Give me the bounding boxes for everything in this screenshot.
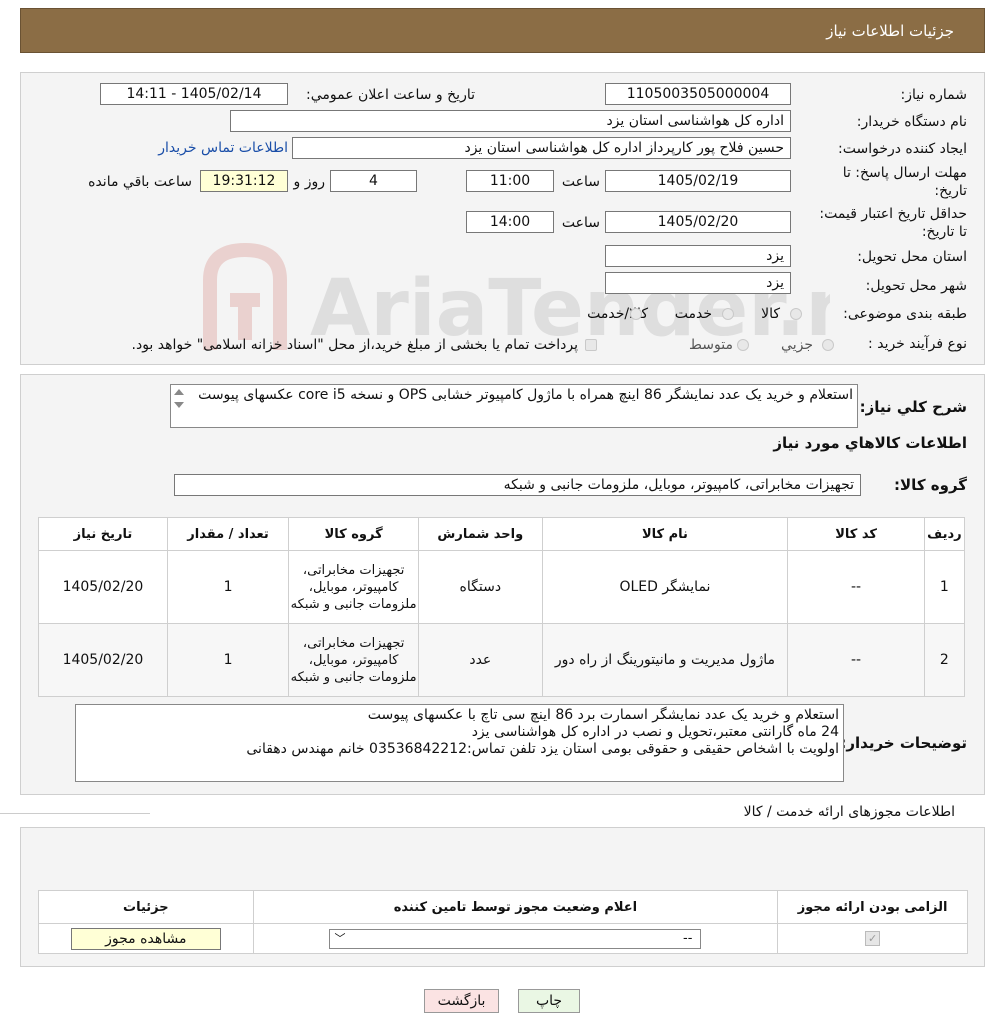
description-scroll-down-icon[interactable] (174, 402, 184, 408)
category-label: طبقه بندی موضوعی: (843, 306, 967, 322)
need-number-label: شماره نیاز: (900, 87, 968, 103)
cell-group: تجهیزات مخابراتی، کامپیوتر، موبایل، ملزو… (288, 623, 420, 697)
description-label: شرح كلي نياز: (859, 398, 967, 416)
table-row: ✓ ﹀ -- مشاهده مجوز (38, 923, 968, 954)
col-unit: واحد شمارش (418, 517, 543, 551)
process-partial-radio[interactable] (822, 339, 834, 351)
announce-field: 1405/02/14 - 14:11 (100, 83, 288, 105)
deadline-date-field: 1405/02/19 (605, 170, 791, 192)
chevron-down-icon: ﹀ (334, 931, 346, 945)
buyer-notes-label: توضيحات خريدار: (840, 734, 967, 752)
col-permit-required: الزامی بودن ارائه مجوز (777, 890, 968, 924)
city-field: یزد (605, 272, 791, 294)
cell-unit: عدد (418, 623, 543, 697)
description-scroll-up-icon[interactable] (174, 389, 184, 395)
city-label: شهر محل تحويل: (865, 278, 967, 294)
col-permit-status: اعلام وضعیت مجوز توسط تامین کننده (252, 890, 779, 924)
col-group: گروه كالا (288, 517, 420, 551)
province-label: استان محل تحويل: (857, 249, 967, 265)
cell-permit-status: ﹀ -- (252, 923, 779, 954)
table-row: 2 -- ماژول مدیریت و مانیتورینگ از راه دو… (38, 623, 966, 697)
requester-field: حسین فلاح پور کارپرداز اداره کل هواشناسی… (292, 137, 791, 159)
cell-index: 1 (923, 550, 966, 624)
cell-name: ماژول مدیریت و مانیتورینگ از راه دور (541, 623, 789, 697)
permit-status-select[interactable]: ﹀ -- (329, 928, 702, 949)
goods-table-header: رديف كد كالا نام كالا واحد شمارش گروه كا… (38, 517, 966, 551)
deadline-label: مهلت ارسال پاسخ: تا تاریخ: (842, 165, 967, 199)
requester-label: ايجاد كننده درخواست: (838, 141, 967, 157)
validity-time-label: ساعت (561, 215, 600, 231)
cell-qty: 1 (166, 623, 290, 697)
province-field: یزد (605, 245, 791, 267)
process-treasury-checkbox[interactable] (585, 339, 597, 351)
need-number-field: 1105003505000004 (605, 83, 791, 105)
cell-qty: 1 (166, 550, 290, 624)
buyer-org-field: اداره کل هواشناسی استان یزد (230, 110, 791, 132)
remaining-label: ساعت باقي مانده (88, 174, 192, 190)
page-title: جزئیات اطلاعات نیاز (826, 22, 954, 40)
process-note: پرداخت تمام یا بخشی از مبلغ خرید،از محل … (131, 337, 578, 353)
description-textarea[interactable]: استعلام و خرید یک عدد نمایشگر 86 اینچ هم… (170, 384, 858, 428)
category-goods-radio[interactable] (790, 308, 802, 320)
buyer-notes-textarea[interactable]: استعلام و خرید یک عدد نمایشگر اسمارت برد… (75, 704, 844, 782)
cell-unit: دستگاه (418, 550, 543, 624)
process-option-medium[interactable]: متوسط (689, 337, 733, 353)
process-label: نوع فرآيند خريد : (868, 336, 967, 352)
days-field: 4 (330, 170, 417, 192)
permits-table: الزامی بودن ارائه مجوز اعلام وضعیت مجوز … (38, 890, 968, 954)
category-option-service[interactable]: خدمت (675, 306, 712, 322)
days-label: روز و (293, 174, 326, 190)
deadline-time-field: 11:00 (466, 170, 554, 192)
cell-name: نمایشگر OLED (541, 550, 789, 624)
cell-group: تجهیزات مخابراتی، کامپیوتر، موبایل، ملزو… (288, 550, 420, 624)
goods-section-title: اطلاعات كالاهاي مورد نياز (773, 434, 967, 452)
permits-section-title: اطلاعات مجوزهای ارائه خدمت / کالا (743, 804, 955, 820)
cell-permit-required: ✓ (777, 923, 968, 954)
buyer-org-label: نام دستگاه خريدار: (856, 114, 967, 130)
goods-group-field: تجهیزات مخابراتی، کامپیوتر، موبایل، ملزو… (174, 474, 861, 496)
view-permit-button[interactable]: مشاهده مجوز (70, 927, 221, 950)
validity-date-field: 1405/02/20 (605, 211, 791, 233)
process-option-partial[interactable]: جزيي (781, 337, 813, 353)
cell-date: 1405/02/20 (38, 550, 168, 624)
page-header: جزئیات اطلاعات نیاز (20, 8, 985, 53)
validity-time-field: 14:00 (466, 211, 554, 233)
contact-buyer-link[interactable]: اطلاعات تماس خريدار (158, 140, 288, 156)
col-code: كد كالا (787, 517, 925, 551)
col-date: تاريخ نياز (38, 517, 168, 551)
process-medium-radio[interactable] (737, 339, 749, 351)
section-divider (0, 813, 150, 814)
category-service-radio[interactable] (722, 308, 734, 320)
cell-permit-details: مشاهده مجوز (38, 923, 254, 954)
cell-code: -- (787, 623, 925, 697)
validity-label: حداقل تاريخ اعتبار قيمت: تا تاریخ: (819, 206, 967, 240)
col-index: رديف (923, 517, 966, 551)
goods-group-label: گروه كالا: (894, 476, 967, 494)
goods-table: رديف كد كالا نام كالا واحد شمارش گروه كا… (38, 517, 966, 697)
cell-date: 1405/02/20 (38, 623, 168, 697)
col-name: نام كالا (541, 517, 789, 551)
back-button[interactable]: بازگشت (424, 989, 499, 1013)
category-both-radio[interactable] (630, 308, 642, 320)
announce-label: تاريخ و ساعت اعلان عمومي: (306, 87, 475, 103)
permits-table-header: الزامی بودن ارائه مجوز اعلام وضعیت مجوز … (38, 890, 968, 924)
permit-required-checkbox[interactable]: ✓ (865, 931, 881, 946)
deadline-time-label: ساعت (561, 174, 600, 190)
remaining-time-field: 19:31:12 (200, 170, 288, 192)
print-button[interactable]: چاپ (518, 989, 580, 1013)
permit-status-value: -- (683, 930, 693, 946)
col-permit-details: جزئیات (38, 890, 254, 924)
table-row: 1 -- نمایشگر OLED دستگاه تجهیزات مخابرات… (38, 550, 966, 624)
col-qty: تعداد / مقدار (166, 517, 290, 551)
cell-index: 2 (923, 623, 966, 697)
category-option-goods[interactable]: کالا (761, 306, 780, 322)
cell-code: -- (787, 550, 925, 624)
